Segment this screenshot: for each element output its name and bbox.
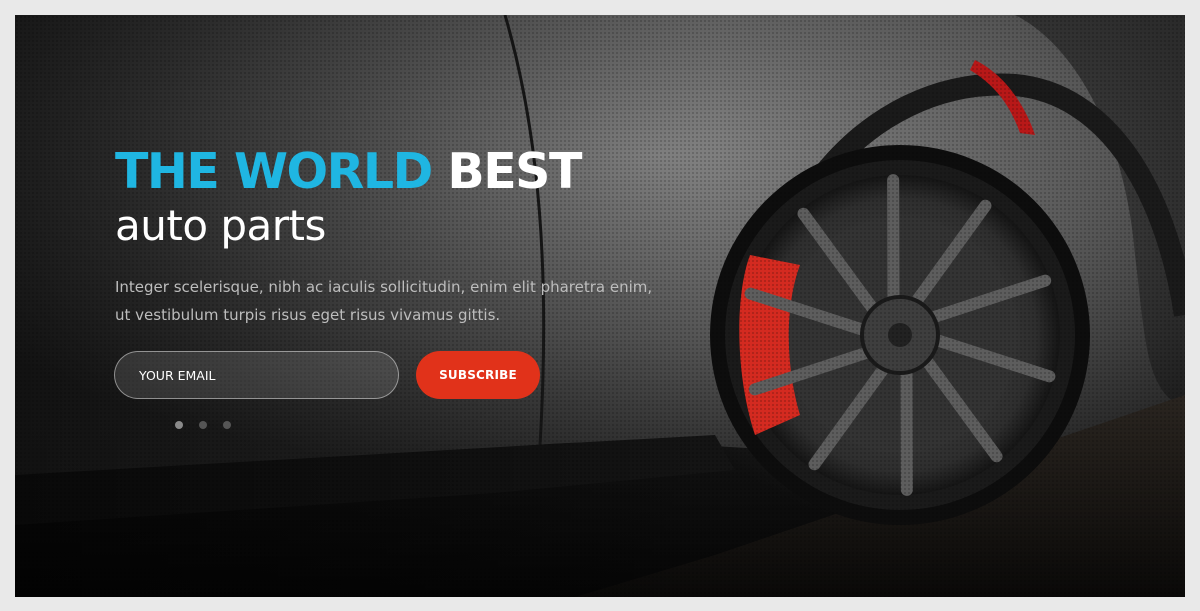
hero-description: Integer scelerisque, nibh ac iaculis sol… bbox=[115, 278, 653, 324]
slider-dot-3[interactable] bbox=[223, 421, 231, 429]
headline: THE WORLD BEST bbox=[115, 143, 715, 201]
slider-dots bbox=[175, 421, 231, 429]
hero-slider: THE WORLD BEST auto parts Integer sceler… bbox=[15, 15, 1185, 597]
slider-dot-2[interactable] bbox=[199, 421, 207, 429]
subheadline: auto parts bbox=[115, 201, 326, 250]
subscribe-button[interactable]: SUBSCRIBE bbox=[416, 351, 540, 399]
headline-white: BEST bbox=[447, 143, 582, 200]
hero-content: THE WORLD BEST auto parts Integer sceler… bbox=[115, 143, 715, 329]
headline-accent: THE WORLD bbox=[115, 143, 433, 200]
slider-dot-1[interactable] bbox=[175, 421, 183, 429]
email-input[interactable] bbox=[114, 351, 399, 399]
